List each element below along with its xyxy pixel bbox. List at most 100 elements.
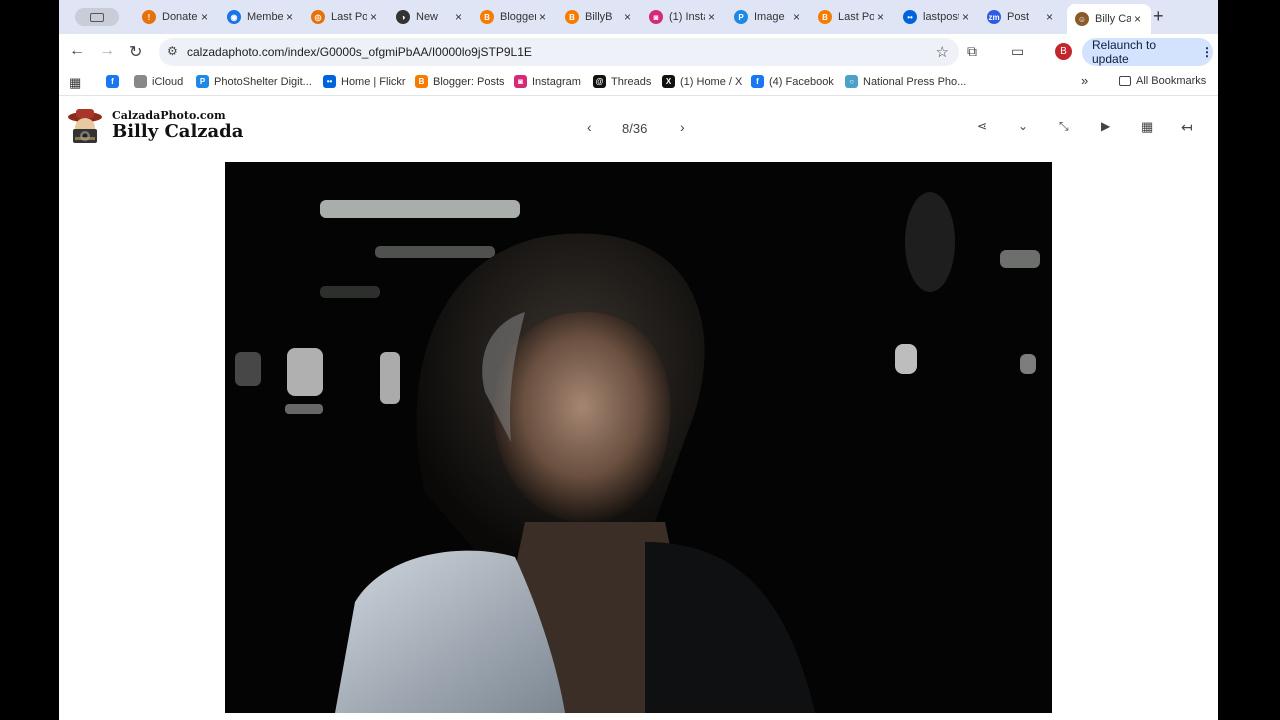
close-icon[interactable]: ×: [1134, 12, 1141, 26]
bookmark-favicon-icon: ◙: [514, 75, 527, 88]
close-icon[interactable]: ×: [1046, 10, 1053, 24]
play-icon[interactable]: ▶: [1101, 119, 1110, 133]
tab-favicon-icon: zm: [987, 10, 1001, 24]
tab-favicon-icon: P: [734, 10, 748, 24]
bookmark-item[interactable]: B Blogger: Posts: [415, 75, 505, 88]
forward-icon[interactable]: →: [99, 42, 115, 60]
browser-tab[interactable]: zm Post ×: [979, 0, 1063, 34]
tab-favicon-icon: ◎: [311, 10, 325, 24]
bookmark-item[interactable]: @ Threads: [593, 75, 651, 88]
new-tab-button[interactable]: +: [1153, 6, 1164, 27]
browser-tab[interactable]: ◑ New ×: [388, 0, 472, 34]
toolbar: ← → ↻ ⚙ calzadaphoto.com/index/G0000s_of…: [59, 34, 1218, 70]
close-icon[interactable]: ×: [539, 10, 546, 24]
folder-icon: [1119, 76, 1131, 86]
gallery-photo[interactable]: [225, 162, 1052, 713]
menu-icon[interactable]: ⋮: [1201, 45, 1213, 59]
bookmark-favicon-icon: ••: [323, 75, 336, 88]
star-icon[interactable]: ☆: [936, 43, 949, 61]
bookmark-favicon-icon: B: [415, 75, 428, 88]
browser-tab[interactable]: ◙ (1) Insta×: [641, 0, 725, 34]
bookmark-item[interactable]: ○ National Press Pho...: [845, 75, 966, 88]
tab-favicon-icon: B: [818, 10, 832, 24]
tab-title: Image: [754, 11, 785, 23]
tab-favicon-icon: ◙: [649, 10, 663, 24]
bookmark-item[interactable]: P PhotoShelter Digit...: [196, 75, 312, 88]
tab-group-icon: [90, 12, 104, 22]
browser-tab[interactable]: ☺ Billy Calzada×: [1067, 4, 1151, 34]
tab-favicon-icon: !: [142, 10, 156, 24]
download-icon[interactable]: ⌄: [1018, 119, 1028, 133]
bookmark-favicon-icon: @: [593, 75, 606, 88]
bookmark-item[interactable]: X (1) Home / X: [662, 75, 742, 88]
prev-icon[interactable]: ‹: [587, 119, 592, 135]
browser-window: !Donate×◉Members×◎Last Post×◑New×BBlogge…: [59, 0, 1218, 720]
tab-group-button[interactable]: [75, 8, 119, 26]
relaunch-button[interactable]: Relaunch to update ⋮: [1082, 38, 1213, 66]
tab-title: (1) Insta: [669, 11, 705, 23]
address-bar[interactable]: ⚙ calzadaphoto.com/index/G0000s_ofgmiPbA…: [159, 38, 959, 66]
next-icon[interactable]: ›: [680, 119, 685, 135]
browser-tab[interactable]: B Blogger ×: [472, 0, 556, 34]
bookmark-item[interactable]: •• Home | Flickr: [323, 75, 406, 88]
bookmark-favicon-icon: P: [196, 75, 209, 88]
grid-icon[interactable]: ▦: [1141, 119, 1153, 135]
bookmark-label: Instagram: [532, 75, 581, 88]
page-content: CalzadaPhoto.com Billy Calzada ‹ 8/36 › …: [59, 97, 1218, 720]
fullscreen-icon[interactable]: ⤡: [1059, 119, 1069, 134]
close-icon[interactable]: ×: [370, 10, 377, 24]
bookmark-item[interactable]: f (4) Facebook: [751, 75, 834, 88]
tab-favicon-icon: ••: [903, 10, 917, 24]
tab-title: Billy Calzada: [1095, 13, 1131, 25]
browser-tab[interactable]: ! Donate ×: [134, 0, 218, 34]
close-icon[interactable]: ×: [201, 10, 208, 24]
tune-icon[interactable]: ⚙: [167, 44, 178, 58]
bookmark-favicon-icon: [134, 75, 147, 88]
browser-tab[interactable]: ◉ Members×: [219, 0, 303, 34]
url-text[interactable]: calzadaphoto.com/index/G0000s_ofgmiPbAA/…: [187, 45, 532, 59]
bookmark-label: National Press Pho...: [863, 75, 967, 88]
share-icon[interactable]: ⋖: [977, 119, 987, 133]
apps-icon[interactable]: ▦: [69, 75, 81, 91]
tab-favicon-icon: B: [480, 10, 494, 24]
bookmark-favicon-icon: f: [106, 75, 119, 88]
browser-tab[interactable]: B BillyB ×: [557, 0, 641, 34]
close-icon[interactable]: ×: [877, 10, 884, 24]
tab-favicon-icon: ☺: [1075, 12, 1089, 26]
close-icon[interactable]: ×: [793, 10, 800, 24]
close-icon[interactable]: ×: [624, 10, 631, 24]
close-icon[interactable]: ×: [962, 10, 969, 24]
bookmark-label: (1) Home / X: [680, 75, 743, 88]
bookmarks-bar: ▦ f iCloud P PhotoShelter Digit... •• Home | …: [59, 70, 1218, 96]
close-icon[interactable]: ×: [708, 10, 715, 24]
relaunch-label: Relaunch to update: [1092, 38, 1157, 66]
close-icon[interactable]: ×: [286, 10, 293, 24]
all-bookmarks[interactable]: All Bookmarks: [1119, 75, 1206, 87]
bookmark-label: Home | Flickr: [341, 75, 406, 88]
tab-favicon-icon: B: [565, 10, 579, 24]
bookmark-item[interactable]: f: [106, 75, 124, 88]
bookmarks-more[interactable]: »: [1081, 73, 1088, 88]
site-logo[interactable]: [65, 107, 105, 145]
tab-title: Last Post: [331, 11, 367, 23]
bookmark-label: Threads: [611, 75, 652, 88]
all-bookmarks-label: All Bookmarks: [1136, 75, 1207, 87]
exit-icon[interactable]: ↤: [1181, 119, 1193, 136]
bookmark-item[interactable]: ◙ Instagram: [514, 75, 581, 88]
profile-avatar[interactable]: B: [1055, 43, 1072, 60]
tab-title: BillyB: [585, 11, 613, 23]
reload-icon[interactable]: ↻: [129, 42, 142, 62]
browser-tab[interactable]: P Image ×: [726, 0, 810, 34]
bookmark-item[interactable]: iCloud: [134, 75, 183, 88]
bookmark-favicon-icon: X: [662, 75, 675, 88]
close-icon[interactable]: ×: [455, 10, 462, 24]
browser-tab[interactable]: ◎ Last Post×: [303, 0, 387, 34]
browser-tab[interactable]: B Last Post×: [810, 0, 894, 34]
bookmark-favicon-icon: ○: [845, 75, 858, 88]
bookmark-label: PhotoShelter Digit...: [214, 75, 312, 88]
cast-icon[interactable]: ▭: [1011, 43, 1024, 60]
back-icon[interactable]: ←: [69, 42, 85, 60]
browser-tab[interactable]: •• lastpost ×: [895, 0, 979, 34]
tab-favicon-icon: ◑: [396, 10, 410, 24]
extensions-icon[interactable]: ⧉: [967, 43, 977, 60]
